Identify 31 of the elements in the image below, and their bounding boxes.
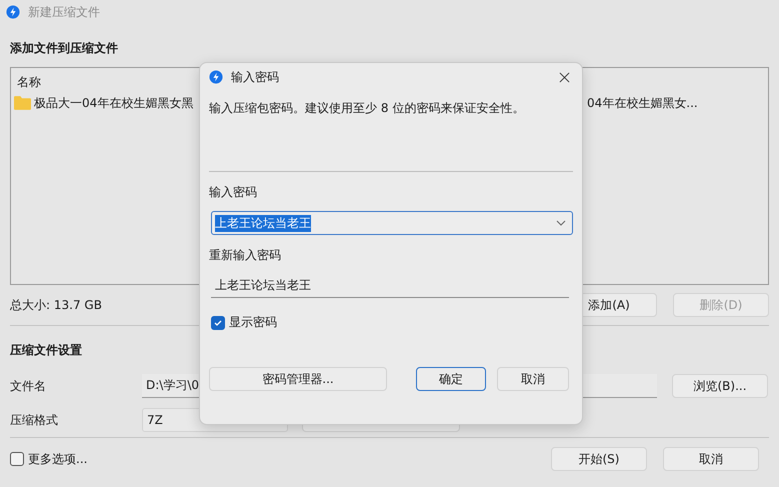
dialog-title: 输入密码 <box>231 68 280 86</box>
cancel-button[interactable]: 取消 <box>497 367 569 391</box>
total-size: 总大小: 13.7 GB <box>10 296 102 314</box>
section-heading: 添加文件到压缩文件 <box>10 40 119 57</box>
dialog-description: 输入压缩包密码。建议使用至少 8 位的密码来保证安全性。 <box>209 100 526 117</box>
check-icon <box>213 318 223 328</box>
checkbox-label[interactable]: 更多选项... <box>28 450 88 468</box>
app-icon <box>6 5 20 19</box>
checkbox-label[interactable]: 显示密码 <box>229 314 277 331</box>
file-name[interactable]: 极品大一04年在校生媚黑女黑 <box>34 94 194 112</box>
window-title: 新建压缩文件 <box>28 4 100 20</box>
section-heading: 压缩文件设置 <box>10 342 83 359</box>
password-field[interactable]: 上老王论坛当老王 <box>211 211 573 235</box>
field-label: 文件名 <box>10 378 47 394</box>
password-manager-button[interactable]: 密码管理器... <box>209 367 387 391</box>
field-label: 压缩格式 <box>10 412 59 428</box>
app-icon <box>209 70 223 84</box>
ok-button[interactable]: 确定 <box>416 367 486 391</box>
checkbox[interactable] <box>211 316 225 330</box>
confirm-password-field[interactable]: 上老王论坛当老王 <box>211 274 569 298</box>
table-cell: 04年在校生媚黑女... <box>587 94 698 112</box>
start-button[interactable]: 开始(S) <box>551 447 647 471</box>
field-label: 输入密码 <box>209 184 258 201</box>
browse-button[interactable]: 浏览(B)... <box>672 374 768 398</box>
cancel-button[interactable]: 取消 <box>663 447 759 471</box>
checkbox[interactable] <box>10 452 24 466</box>
folder-icon <box>14 96 31 110</box>
close-icon[interactable] <box>559 72 570 82</box>
field-label: 重新输入密码 <box>209 247 282 264</box>
chevron-down-icon[interactable] <box>556 220 566 226</box>
column-header[interactable]: 名称 <box>17 74 41 90</box>
